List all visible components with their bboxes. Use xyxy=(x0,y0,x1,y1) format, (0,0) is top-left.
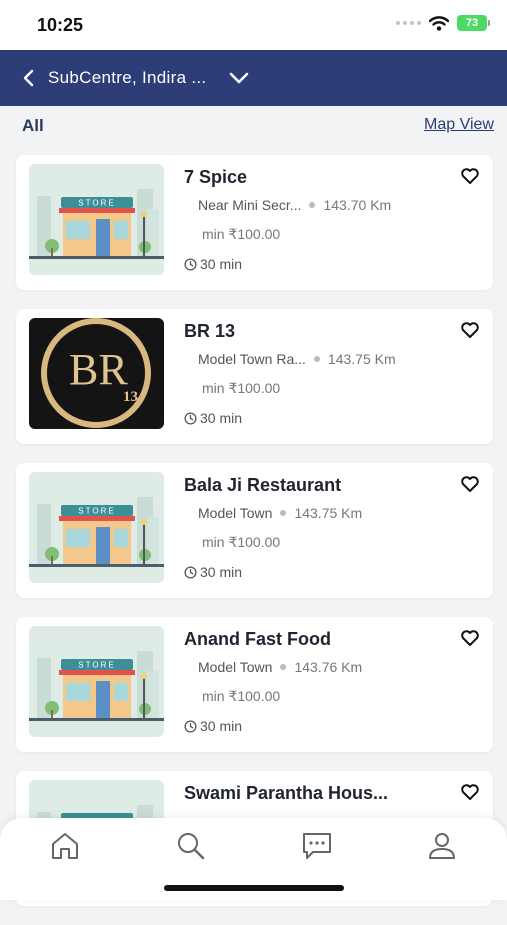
back-chevron-icon[interactable] xyxy=(21,69,37,87)
store-image: STORE xyxy=(29,626,164,737)
restaurant-name[interactable]: Swami Parantha Hous... xyxy=(184,783,444,804)
delivery-time-row: 30 min xyxy=(184,256,242,272)
heart-icon[interactable] xyxy=(460,321,480,339)
br13-logo-number: 13 xyxy=(123,389,138,405)
profile-icon xyxy=(429,833,455,859)
location-row: Model Town 143.76 Km xyxy=(198,659,362,675)
store-image: STORE xyxy=(29,472,164,583)
battery-level: 73 xyxy=(465,17,479,29)
store-sign-text: STORE xyxy=(78,507,115,516)
signal-dots-icon xyxy=(396,21,421,25)
battery-icon: 73 xyxy=(457,15,490,31)
restaurant-location: Model Town xyxy=(198,659,273,675)
home-icon xyxy=(52,833,78,859)
status-bar: 10:25 73 xyxy=(0,0,507,50)
status-time: 10:25 xyxy=(37,15,84,35)
restaurant-name[interactable]: BR 13 xyxy=(184,321,444,342)
clock-icon xyxy=(184,257,197,271)
delivery-time-row: 30 min xyxy=(184,718,242,734)
restaurant-location: Near Mini Secr... xyxy=(198,197,302,213)
min-order: min ₹100.00 xyxy=(202,380,281,396)
restaurant-location: Model Town xyxy=(198,505,273,521)
heart-icon[interactable] xyxy=(460,167,480,185)
section-title: All xyxy=(22,116,44,135)
tab-home[interactable] xyxy=(45,828,85,864)
br13-logo-letters: BR xyxy=(69,345,128,394)
clock-icon xyxy=(184,565,197,579)
tab-profile[interactable] xyxy=(422,828,462,864)
delivery-time-row: 30 min xyxy=(184,410,242,426)
wifi-icon xyxy=(429,15,449,31)
restaurant-list: STORE 7 Spice Near Mini Secr... 143.70 K… xyxy=(16,155,493,925)
status-icons: 73 xyxy=(396,15,490,31)
restaurant-distance: 143.70 Km xyxy=(323,197,392,213)
br13-logo-image: BR 13 xyxy=(29,318,164,429)
delivery-time: 30 min xyxy=(200,410,243,426)
delivery-time: 30 min xyxy=(200,564,243,580)
restaurant-name[interactable]: Bala Ji Restaurant xyxy=(184,475,444,496)
clock-icon xyxy=(184,719,197,733)
heart-icon[interactable] xyxy=(460,475,480,493)
location-row: Near Mini Secr... 143.70 Km xyxy=(198,197,391,213)
map-view-link[interactable]: Map View xyxy=(424,116,494,134)
separator-dot xyxy=(309,202,316,208)
restaurant-distance: 143.75 Km xyxy=(294,505,363,521)
min-order: min ₹100.00 xyxy=(202,688,281,704)
chat-icon xyxy=(303,833,331,859)
store-sign-text: STORE xyxy=(78,199,115,208)
delivery-time: 30 min xyxy=(200,718,243,734)
separator-dot xyxy=(280,510,287,516)
restaurant-distance: 143.76 Km xyxy=(294,659,363,675)
restaurant-name[interactable]: Anand Fast Food xyxy=(184,629,444,650)
location-header: SubCentre, Indira ... xyxy=(0,50,507,106)
heart-icon[interactable] xyxy=(460,629,480,647)
restaurant-card[interactable]: STORE 7 Spice Near Mini Secr... 143.70 K… xyxy=(16,155,493,290)
restaurant-card[interactable]: BR 13 BR 13 Model Town Ra... 143.75 Km m… xyxy=(16,309,493,444)
tab-messages[interactable] xyxy=(297,828,337,864)
home-indicator xyxy=(164,885,344,891)
restaurant-card[interactable]: STORE Anand Fast Food Model Town 143.76 … xyxy=(16,617,493,752)
location-row: Model Town Ra... 143.75 Km xyxy=(198,351,396,367)
delivery-time: 30 min xyxy=(200,256,243,272)
store-sign-text: STORE xyxy=(78,661,115,670)
min-order: min ₹100.00 xyxy=(202,226,281,242)
min-order: min ₹100.00 xyxy=(202,534,281,550)
chevron-down-icon[interactable] xyxy=(229,72,249,84)
tab-search[interactable] xyxy=(171,828,211,864)
restaurant-card[interactable]: STORE Bala Ji Restaurant Model Town 143.… xyxy=(16,463,493,598)
store-image: STORE xyxy=(29,164,164,275)
search-icon xyxy=(178,833,205,860)
restaurant-name[interactable]: 7 Spice xyxy=(184,167,444,188)
location-title[interactable]: SubCentre, Indira ... xyxy=(48,68,206,88)
delivery-time-row: 30 min xyxy=(184,564,242,580)
heart-icon[interactable] xyxy=(460,783,480,801)
separator-dot xyxy=(280,664,287,670)
restaurant-distance: 143.75 Km xyxy=(327,351,396,367)
separator-dot xyxy=(313,356,320,362)
clock-icon xyxy=(184,411,197,425)
restaurant-location: Model Town Ra... xyxy=(198,351,306,367)
location-row: Model Town 143.75 Km xyxy=(198,505,362,521)
